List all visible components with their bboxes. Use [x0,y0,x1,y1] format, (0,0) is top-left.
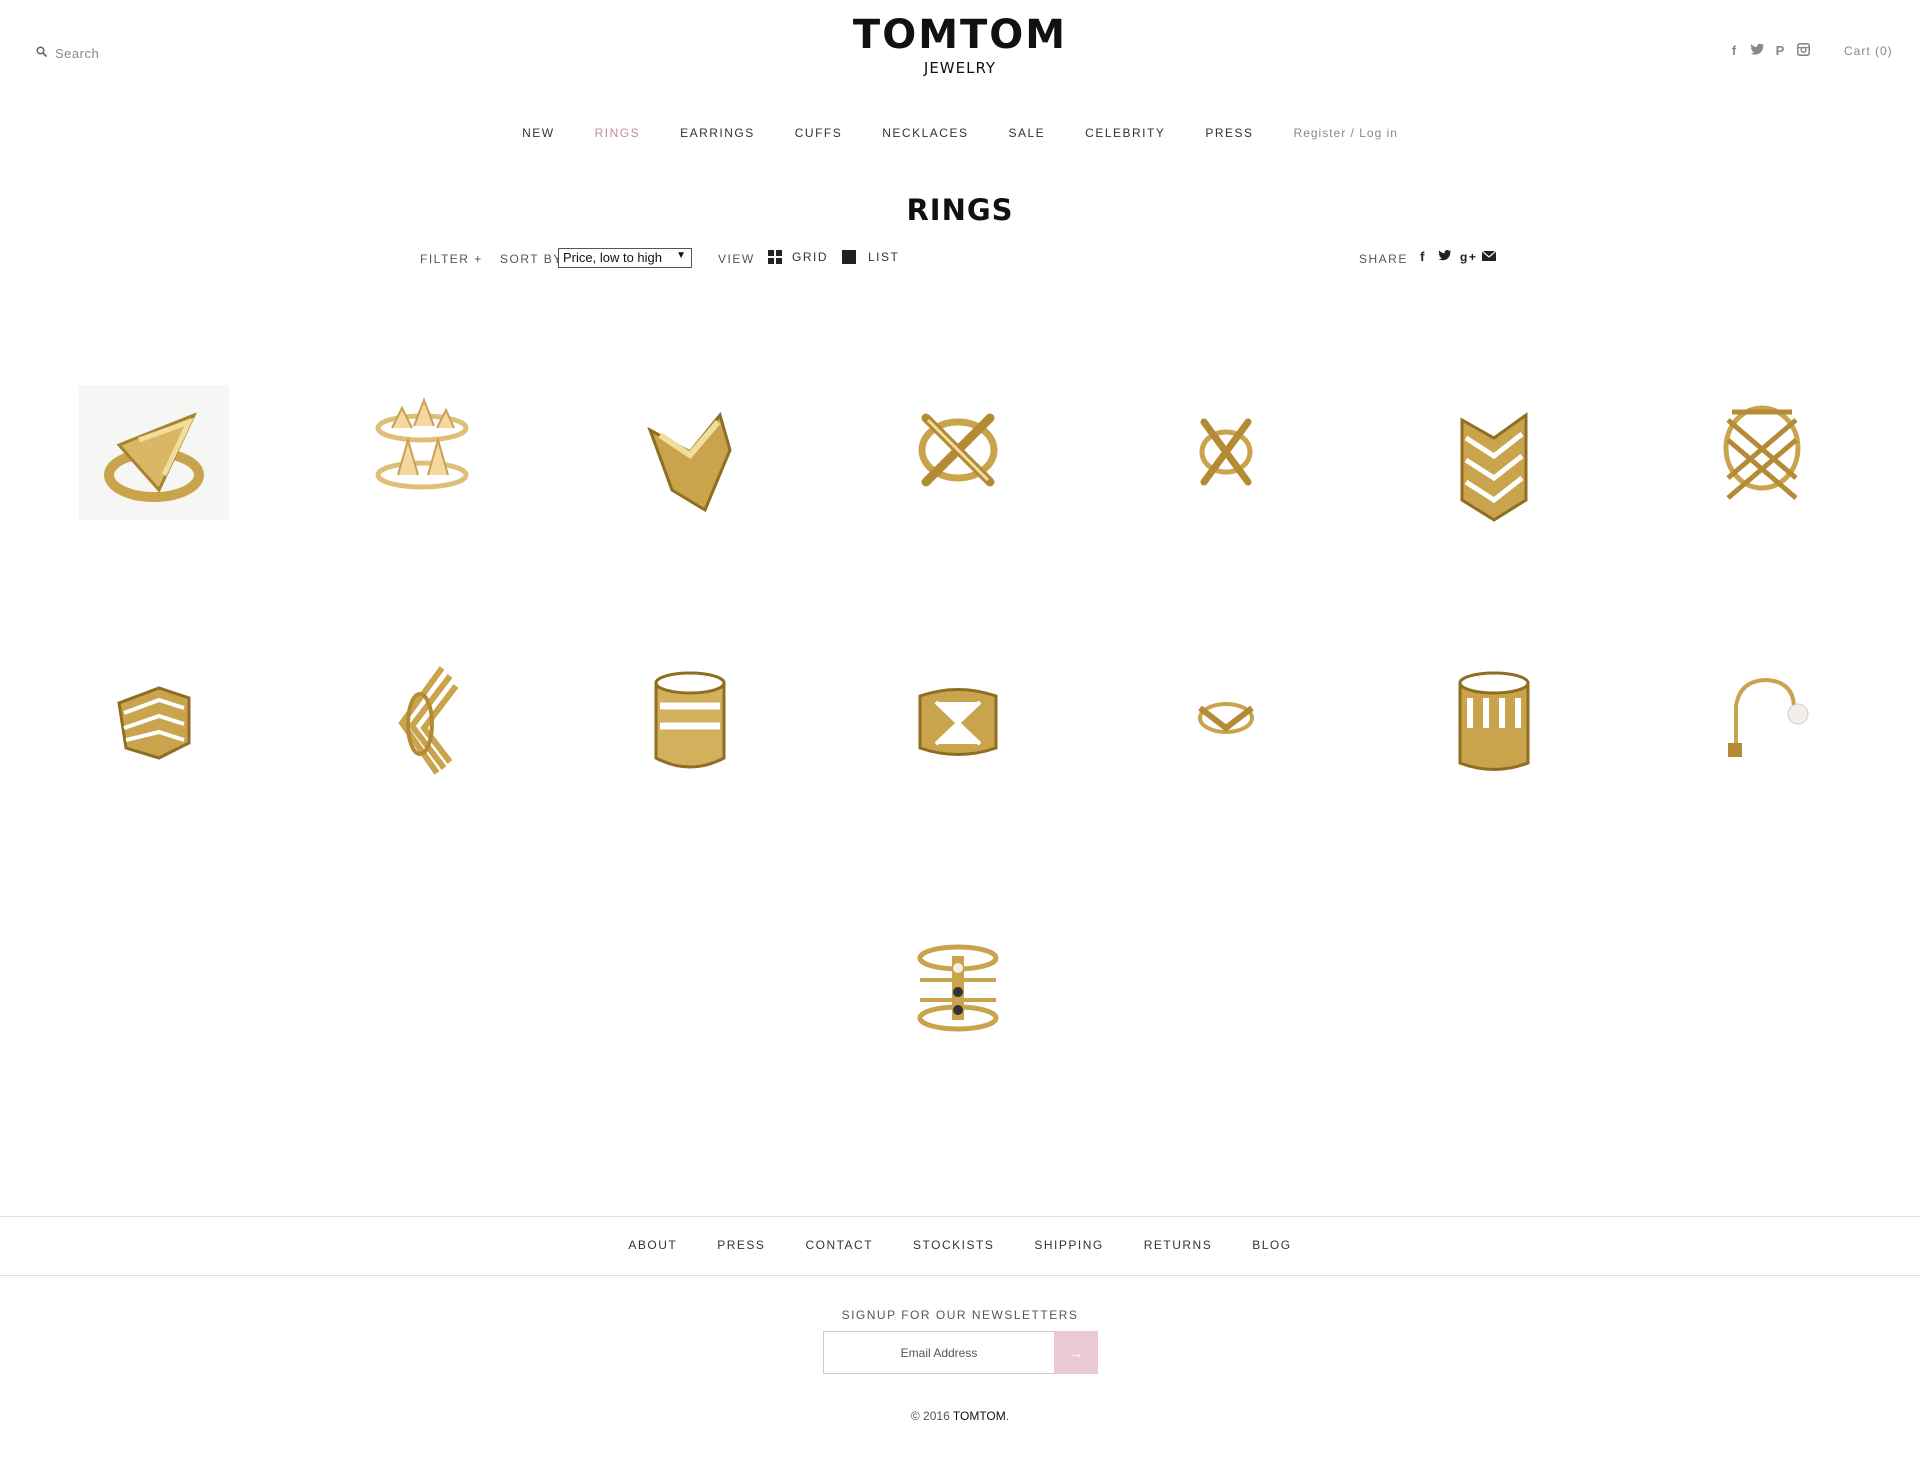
angled-chevron-ring-image [398,666,459,775]
product-card[interactable] [332,628,512,808]
twitter-icon[interactable] [1438,249,1452,265]
view-list-button[interactable]: LIST [842,250,899,264]
nav-item-cuffs[interactable]: CUFFS [795,126,843,140]
chevron-ring-image [79,385,229,520]
cutout-band-ring-image [654,671,726,769]
email-icon[interactable] [1481,249,1497,265]
crisscross-ring-image [1723,405,1801,500]
copyright: © 2016 TOMTOM. [0,1409,1920,1423]
facebook-icon[interactable]: f [1416,249,1430,265]
site-header: TOMTOM JEWELRY f P Cart (0) [0,0,1920,100]
product-card[interactable] [1672,628,1852,808]
v-ring-image [1198,702,1254,734]
filter-toggle[interactable]: FILTER + [420,252,483,266]
product-card[interactable] [1672,360,1852,540]
nav-item-sale[interactable]: SALE [1008,126,1045,140]
product-card[interactable] [64,360,244,540]
dropdown-arrow-icon: ▼ [676,250,686,261]
instagram-icon[interactable] [1795,43,1811,59]
footer-link-returns[interactable]: RETURNS [1144,1238,1213,1252]
main-nav: NEW RINGS EARRINGS CUFFS NECKLACES SALE … [0,126,1920,140]
x-ring-image [918,413,998,487]
view-grid-button[interactable]: GRID [768,250,828,264]
spike-double-ring-image [375,397,469,490]
stacked-chevron-ring-image [117,686,191,760]
logo-subtitle[interactable]: JEWELRY [0,58,1920,78]
product-card[interactable] [1404,360,1584,540]
footer-link-about[interactable]: ABOUT [628,1238,677,1252]
product-card[interactable] [868,628,1048,808]
sort-select[interactable]: Price, low to high ▼ [558,248,692,268]
footer-divider [0,1275,1920,1276]
product-card[interactable] [868,360,1048,540]
nav-item-press[interactable]: PRESS [1205,126,1253,140]
x-band-ring-image [918,688,998,756]
nav-item-rings[interactable]: RINGS [595,126,641,140]
product-card[interactable] [64,628,244,808]
copyright-prefix: © 2016 [910,1409,953,1423]
newsletter-form: → [823,1331,1098,1374]
footer-divider [0,1216,1920,1217]
collection-toolbar: FILTER + SORT BY Price, low to high ▼ VI… [420,248,1500,270]
facebook-icon[interactable]: f [1726,43,1742,59]
product-card[interactable] [600,360,780,540]
pinterest-icon[interactable]: P [1772,43,1788,59]
logo-brand[interactable]: TOMTOM [0,12,1920,58]
nav-item-celebrity[interactable]: CELEBRITY [1085,126,1165,140]
nav-item-necklaces[interactable]: NECKLACES [882,126,968,140]
copyright-brand[interactable]: TOMTOM [953,1409,1006,1423]
double-stone-ring-image [917,944,999,1032]
nav-item-new[interactable]: NEW [522,126,555,140]
site-logo[interactable]: TOMTOM JEWELRY [0,12,1920,78]
product-card[interactable] [332,360,512,540]
footer-link-contact[interactable]: CONTACT [805,1238,873,1252]
copyright-suffix: . [1005,1409,1010,1423]
footer-link-press[interactable]: PRESS [717,1238,765,1252]
product-card[interactable] [868,896,1048,1076]
product-card[interactable] [600,628,780,808]
page-title: RINGS [906,193,1014,227]
view-grid-label: GRID [792,250,828,264]
newsletter-title: SIGNUP FOR OUR NEWSLETTERS [841,1308,1079,1322]
wide-band-ring-image [1458,671,1530,771]
view-list-label: LIST [868,250,900,264]
grid-icon [768,250,782,264]
product-card[interactable] [1136,360,1316,540]
share-links: f g+ [1416,249,1497,265]
view-label: VIEW [718,252,755,266]
share-label: SHARE [1359,252,1408,266]
footer-link-blog[interactable]: BLOG [1252,1238,1291,1252]
footer-nav: ABOUT PRESS CONTACT STOCKISTS SHIPPING R… [0,1238,1920,1252]
sort-label: SORT BY [500,252,563,266]
email-field[interactable] [823,1331,1054,1374]
list-icon [842,250,856,264]
twitter-icon[interactable] [1749,43,1765,59]
cart-link[interactable]: Cart (0) [1844,44,1893,58]
product-card[interactable] [1404,628,1584,808]
footer-link-stockists[interactable]: STOCKISTS [913,1238,994,1252]
shield-ring-image [647,411,732,513]
social-links: f P [1726,43,1811,59]
triple-chevron-ring-image [1460,412,1528,522]
nav-item-earrings[interactable]: EARRINGS [680,126,755,140]
product-card[interactable] [1136,628,1316,808]
footer-link-shipping[interactable]: SHIPPING [1034,1238,1103,1252]
newsletter-submit-button[interactable]: → [1054,1331,1098,1374]
open-pearl-ring-image [1728,677,1809,757]
register-login-link[interactable]: Register / Log in [1294,126,1398,140]
sort-selected-value: Price, low to high [563,250,662,265]
google-plus-icon[interactable]: g+ [1460,249,1476,265]
small-x-ring-image [1199,418,1253,486]
